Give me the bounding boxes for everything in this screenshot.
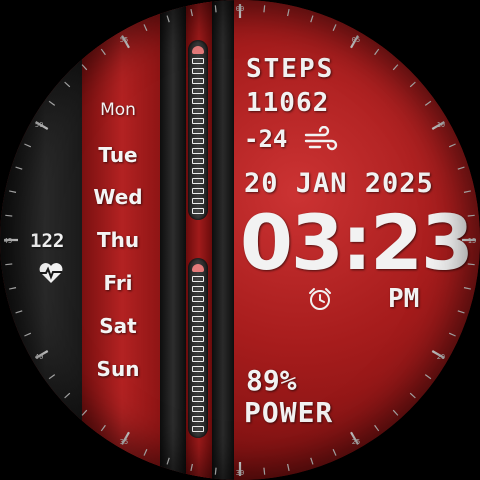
bezel-minor-tick — [310, 457, 314, 465]
alarm-clock-icon — [309, 288, 331, 310]
bezel-minor-tick — [143, 448, 148, 456]
bezel-minor-tick — [374, 424, 380, 432]
bezel-minor-tick — [448, 332, 456, 337]
am-pm-indicator: PM — [388, 284, 420, 314]
bezel-minor-tick — [392, 409, 399, 416]
bezel-number: 30 — [236, 469, 244, 477]
bezel-minor-tick — [263, 467, 266, 475]
bezel-minor-tick — [24, 332, 32, 337]
bezel-number: 20 — [437, 353, 445, 361]
steps-label: STEPS — [246, 54, 335, 84]
bezel-minor-tick — [64, 392, 71, 399]
bezel-number: 10 — [437, 121, 445, 129]
bezel-minor-tick — [9, 287, 17, 290]
bezel-minor-tick — [100, 48, 106, 56]
bezel-minor-tick — [15, 166, 23, 170]
weekday-mon: Mon — [100, 100, 136, 120]
bezel-minor-tick — [190, 9, 193, 17]
time-text: 03:23 — [240, 198, 474, 287]
bezel-minor-tick — [287, 9, 290, 17]
bezel-number: 00 — [236, 5, 244, 13]
bezel-number: 40 — [35, 353, 43, 361]
bezel-minor-tick — [448, 143, 456, 148]
bezel-minor-tick — [424, 374, 432, 380]
heart-pulse-icon — [39, 263, 63, 283]
bezel-minor-tick — [409, 81, 416, 88]
bezel-minor-tick — [374, 48, 380, 56]
battery-label: POWER — [244, 396, 334, 429]
weekday-tue: Tue — [98, 143, 138, 167]
bezel-minor-tick — [81, 409, 88, 416]
bezel-minor-tick — [332, 448, 337, 456]
bezel-minor-tick — [463, 287, 471, 290]
bezel-minor-tick — [332, 24, 337, 32]
bezel-minor-tick — [287, 463, 290, 471]
bezel-minor-tick — [214, 467, 217, 475]
bezel-minor-tick — [143, 24, 148, 32]
bezel-minor-tick — [424, 100, 432, 106]
weekday-sat: Sat — [99, 314, 137, 338]
bezel-number: 55 — [120, 36, 128, 44]
weekday-sun: Sun — [96, 357, 140, 381]
bezel-minor-tick — [81, 64, 88, 71]
temperature-value: -24 — [244, 125, 288, 153]
bezel-minor-tick — [64, 81, 71, 88]
bezel-minor-tick — [463, 190, 471, 193]
date-text: 20 JAN 2025 — [244, 168, 434, 199]
bezel-number: 50 — [35, 121, 43, 129]
bezel-minor-tick — [48, 374, 56, 380]
wind-icon — [304, 126, 338, 151]
bezel-minor-tick — [48, 100, 56, 106]
bezel-minor-tick — [15, 310, 23, 314]
bezel-minor-tick — [409, 392, 416, 399]
bezel-minor-tick — [100, 424, 106, 432]
bezel-minor-tick — [166, 15, 170, 23]
weekday-thu: Thu — [96, 228, 140, 252]
bezel-minor-tick — [24, 143, 32, 148]
bezel-minor-tick — [5, 214, 13, 217]
bezel-minor-tick — [5, 263, 13, 266]
heart-rate-value: 122 — [30, 230, 65, 252]
bezel-number: 05 — [352, 36, 360, 44]
bezel-minor-tick — [263, 5, 266, 13]
weekday-fri: Fri — [103, 271, 133, 295]
bezel-minor-tick — [457, 310, 465, 314]
bezel-minor-tick — [214, 5, 217, 13]
bezel-minor-tick — [457, 166, 465, 170]
bezel-minor-tick — [310, 15, 314, 23]
bezel-number: 25 — [352, 438, 360, 446]
watch-face: 00 05 10 15 20 25 30 35 40 45 50 55 122 Mon Tue Wed… — [0, 0, 480, 480]
steps-value: 11062 — [246, 88, 330, 118]
bezel-minor-tick — [190, 463, 193, 471]
bezel-number: 45 — [4, 237, 12, 245]
bezel-number: 35 — [120, 438, 128, 446]
bezel-minor-tick — [9, 190, 17, 193]
weekday-wed: Wed — [93, 185, 143, 209]
bezel-minor-tick — [392, 64, 399, 71]
bezel-minor-tick — [166, 457, 170, 465]
battery-value: 89% — [246, 364, 297, 397]
